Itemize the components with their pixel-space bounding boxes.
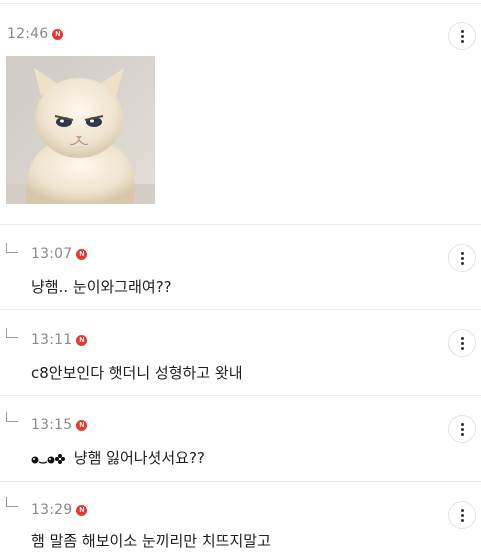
new-badge-icon: N [76, 504, 88, 516]
more-options-button[interactable] [448, 329, 476, 357]
more-vertical-icon [460, 29, 464, 43]
post-time: 12:46 [7, 26, 49, 42]
more-vertical-icon [460, 251, 464, 265]
cat-image [6, 56, 155, 204]
reply-time: 13:29 [31, 502, 73, 518]
reply-time: 13:07 [31, 246, 73, 262]
new-badge-icon: N [76, 248, 88, 260]
reply-arrow-icon [6, 412, 18, 422]
reply-meta: 13:11 N [31, 332, 88, 348]
new-badge-icon: N [76, 334, 88, 346]
reply-text: 냥햄.. 눈이와그래여?? [31, 278, 172, 296]
reply-text: 냥햄 잃어나셧서요?? [73, 449, 205, 467]
reply-time: 13:15 [31, 417, 73, 433]
reply-arrow-icon [6, 243, 18, 253]
face-emoticon-icon [31, 453, 65, 464]
reply-item: 13:11 N c8안보인다 햇더니 성형하고 왓내 [0, 310, 481, 396]
post-item: 12:46 N [0, 4, 481, 225]
reply-text-row: 냥햄 잃어나셧서요?? [31, 447, 205, 468]
more-vertical-icon [460, 422, 464, 436]
reply-arrow-icon [6, 497, 18, 507]
reply-item: 13:15 N 냥햄 잃어나셧서요?? [0, 396, 481, 482]
more-options-button[interactable] [448, 415, 476, 443]
reply-text: c8안보인다 햇더니 성형하고 왓내 [31, 364, 243, 382]
reply-text: 햄 말좀 해보이소 눈끼리만 치뜨지말고 [31, 532, 271, 550]
reply-meta: 13:15 N [31, 417, 88, 433]
reply-time: 13:11 [31, 332, 73, 348]
cat-photo[interactable] [6, 56, 155, 204]
more-options-button[interactable] [448, 244, 476, 272]
more-vertical-icon [460, 336, 464, 350]
reply-item: 13:07 N 냥햄.. 눈이와그래여?? [0, 225, 481, 310]
more-vertical-icon [460, 508, 464, 522]
reply-item: 13:29 N 햄 말좀 해보이소 눈끼리만 치뜨지말고 [0, 482, 481, 557]
more-options-button[interactable] [448, 501, 476, 529]
post-meta: 12:46 N [7, 26, 64, 42]
new-badge-icon: N [52, 28, 64, 40]
reply-arrow-icon [6, 328, 18, 338]
more-options-button[interactable] [448, 22, 476, 50]
new-badge-icon: N [76, 419, 88, 431]
reply-meta: 13:07 N [31, 246, 88, 262]
reply-meta: 13:29 N [31, 502, 88, 518]
